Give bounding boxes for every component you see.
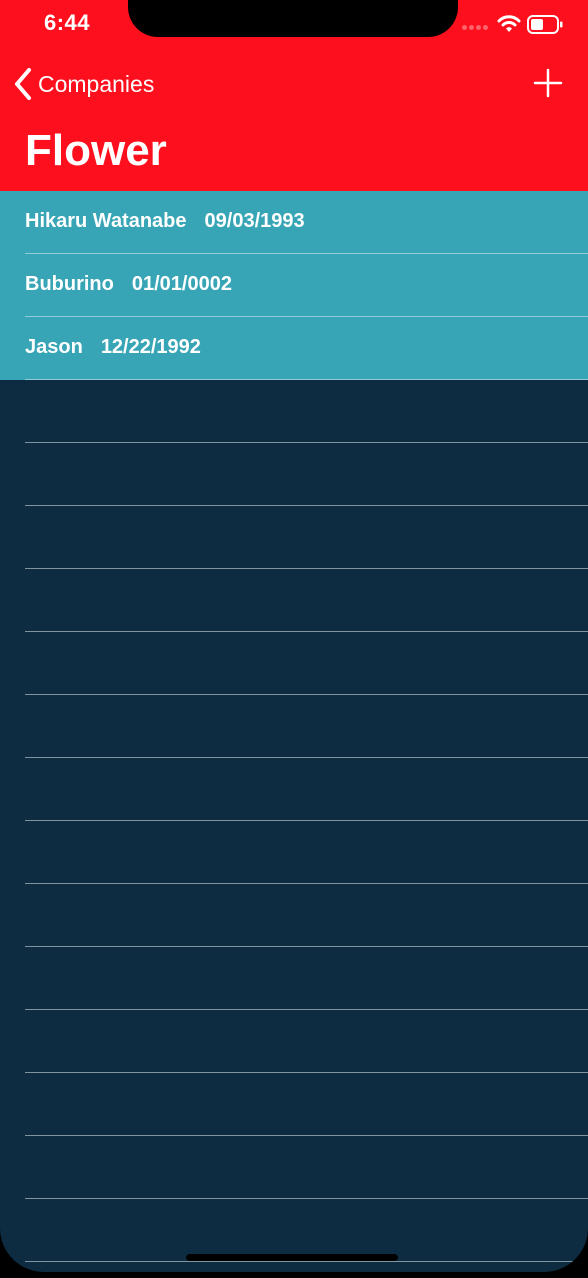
empty-row xyxy=(0,506,588,569)
employee-name: Buburino xyxy=(25,273,114,295)
wifi-icon xyxy=(497,15,521,32)
employee-name: Jason xyxy=(25,336,83,358)
empty-row xyxy=(0,443,588,506)
notch xyxy=(128,0,458,37)
list-item[interactable]: Hikaru Watanabe 09/03/1993 xyxy=(0,191,588,254)
add-employee-button[interactable] xyxy=(533,68,563,98)
plus-icon xyxy=(533,68,563,98)
chevron-left-icon xyxy=(15,68,31,100)
empty-row xyxy=(0,821,588,884)
row-separator xyxy=(25,1261,588,1262)
device-frame: 6:44 Companies Flower Hikaru Watanabe 09… xyxy=(0,0,588,1278)
empty-row xyxy=(0,947,588,1010)
list-item[interactable]: Jason 12/22/1992 xyxy=(0,317,588,380)
back-button-label: Companies xyxy=(38,70,155,97)
employee-date: 12/22/1992 xyxy=(100,336,201,358)
empty-row xyxy=(0,1010,588,1073)
empty-row xyxy=(0,695,588,758)
empty-row xyxy=(0,569,588,632)
battery-icon xyxy=(527,15,563,34)
empty-row xyxy=(0,1199,588,1262)
empty-row xyxy=(0,380,588,443)
list-item[interactable]: Buburino 01/01/0002 xyxy=(0,254,588,317)
screen: 6:44 Companies Flower Hikaru Watanabe 09… xyxy=(0,0,588,1272)
employee-name: Hikaru Watanabe xyxy=(25,210,187,232)
navigation-header: 6:44 Companies Flower xyxy=(0,0,588,191)
home-indicator xyxy=(186,1254,398,1261)
empty-row xyxy=(0,1136,588,1199)
empty-row xyxy=(0,1073,588,1136)
back-button[interactable]: Companies xyxy=(12,66,154,102)
employee-date: 01/01/0002 xyxy=(131,273,232,295)
page-title: Flower xyxy=(25,126,167,175)
status-time: 6:44 xyxy=(44,10,91,35)
empty-row xyxy=(0,758,588,821)
cellular-signal-icon xyxy=(462,25,488,30)
empty-row xyxy=(0,632,588,695)
employee-list: Hikaru Watanabe 09/03/1993 Buburino 01/01/… xyxy=(0,191,588,1262)
employee-date: 09/03/1993 xyxy=(204,210,305,232)
empty-row xyxy=(0,884,588,947)
